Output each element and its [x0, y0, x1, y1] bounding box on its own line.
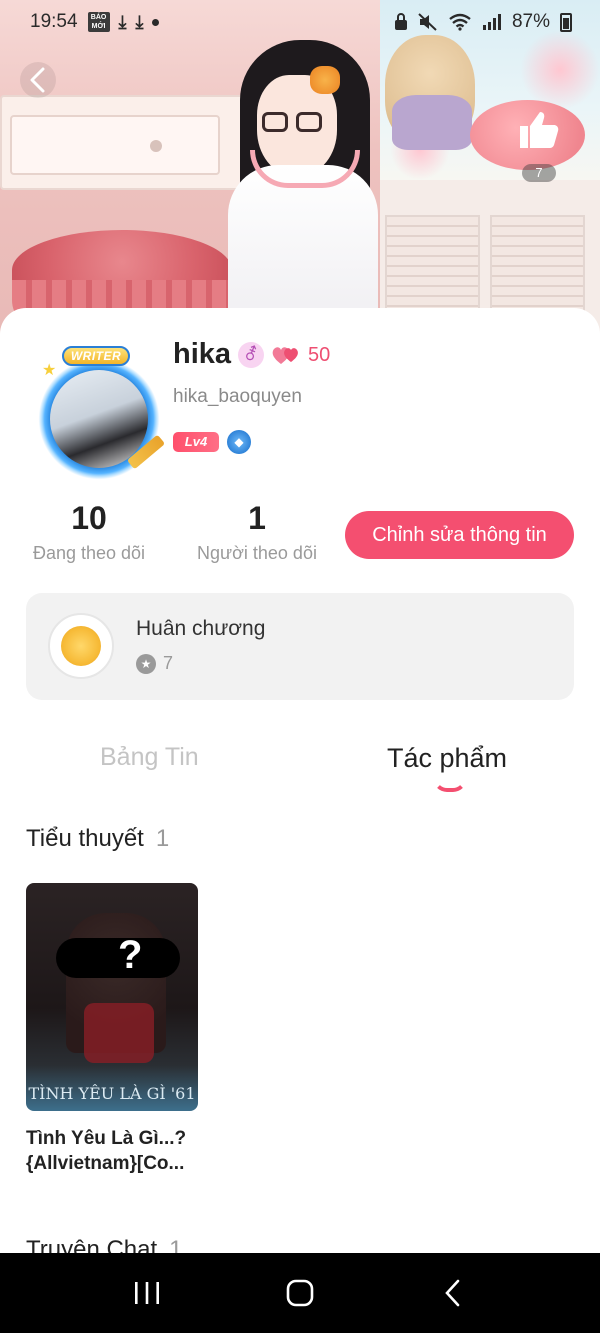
star-icon: ★: [136, 654, 156, 674]
like-button[interactable]: 7: [514, 106, 564, 186]
recent-apps-icon: [134, 1282, 159, 1304]
gender-icon: ⚦: [238, 342, 264, 368]
back-button[interactable]: [20, 62, 56, 98]
recent-apps-button[interactable]: [117, 1263, 177, 1323]
novels-count: 1: [155, 825, 170, 852]
plush-toy-vest: [392, 95, 472, 150]
drawer-knob: [150, 140, 162, 152]
level-badge: Lv4: [173, 432, 219, 452]
back-nav-button[interactable]: [423, 1263, 483, 1323]
chevron-left-icon: [445, 1279, 460, 1307]
cover-question-mark: ?: [118, 933, 143, 977]
medals-panel[interactable]: Huân chương ★ 7: [26, 593, 574, 700]
profile-handle: hika_baoquyen: [173, 386, 302, 407]
following-count: 10: [71, 500, 107, 536]
desk-drawer: [10, 115, 220, 175]
followers-count: 1: [248, 500, 266, 536]
battery-icon: [560, 12, 572, 32]
status-bar: 19:54 BÁO MỚI ⤓ ⤓ 87%: [0, 0, 600, 44]
avatar[interactable]: ★ WRITER: [28, 346, 168, 480]
medals-title: Huân chương: [136, 617, 266, 640]
followers-label: Người theo dõi: [197, 543, 317, 563]
cover-caption: TÌNH YÊU LÀ GÌ '61: [28, 1084, 196, 1103]
download-icon: ⤓: [135, 11, 144, 32]
signal-icon: [482, 14, 501, 30]
app-notification-logo: BÁO MỚI: [87, 12, 110, 32]
medal-core: [61, 626, 101, 666]
status-time: 19:54: [30, 11, 78, 32]
chevron-left-icon: [30, 67, 45, 93]
lock-icon: [394, 13, 407, 30]
mute-icon: [418, 13, 437, 31]
writer-badge: WRITER: [62, 346, 130, 366]
home-icon: [286, 1279, 314, 1307]
novel-cover[interactable]: ? TÌNH YÊU LÀ GÌ '61: [26, 883, 198, 1111]
profile-banner: 7: [0, 0, 600, 340]
following-label: Đang theo dõi: [32, 543, 146, 563]
followers-stat[interactable]: 1 Người theo dõi: [190, 500, 324, 564]
novels-section-header: Tiểu thuyết 1: [26, 825, 169, 853]
novels-section-title: Tiểu thuyết: [26, 825, 144, 852]
hearts-icon: [272, 347, 298, 364]
novel-title[interactable]: Tình Yêu Là Gì...?{Allvietnam}[Co...: [26, 1126, 206, 1176]
following-stat[interactable]: 10 Đang theo dõi: [26, 500, 152, 564]
character-hair-bow: [310, 66, 340, 94]
character-glasses: [296, 112, 322, 132]
cover-figure-shirt: [84, 1003, 154, 1063]
tab-works[interactable]: Tác phẩm: [387, 743, 507, 774]
active-tab-indicator: [433, 778, 467, 792]
medal-icon: [48, 613, 114, 679]
thumbs-up-icon: [520, 112, 559, 148]
download-icon: ⤓: [118, 11, 127, 32]
tab-feed[interactable]: Bảng Tin: [100, 743, 199, 772]
profile-username: hika: [173, 338, 232, 370]
medals-count: 7: [163, 653, 174, 673]
diamond-badge-icon: ◆: [227, 430, 251, 454]
wifi-icon: [449, 13, 471, 31]
hearts-count: 50: [308, 344, 331, 366]
character-glasses: [262, 112, 288, 132]
star-icon: ★: [42, 362, 57, 379]
profile-card: ★ WRITER hika ⚦ 50 hika_baoquyen Lv4 ◆ 1…: [0, 308, 600, 1263]
notification-dot-icon: [152, 18, 160, 26]
edit-profile-button[interactable]: Chỉnh sửa thông tin: [345, 511, 574, 559]
like-count: 7: [522, 164, 556, 182]
battery-percent: 87%: [511, 11, 550, 32]
system-navigation-bar: [0, 1253, 600, 1333]
home-button[interactable]: [270, 1263, 330, 1323]
